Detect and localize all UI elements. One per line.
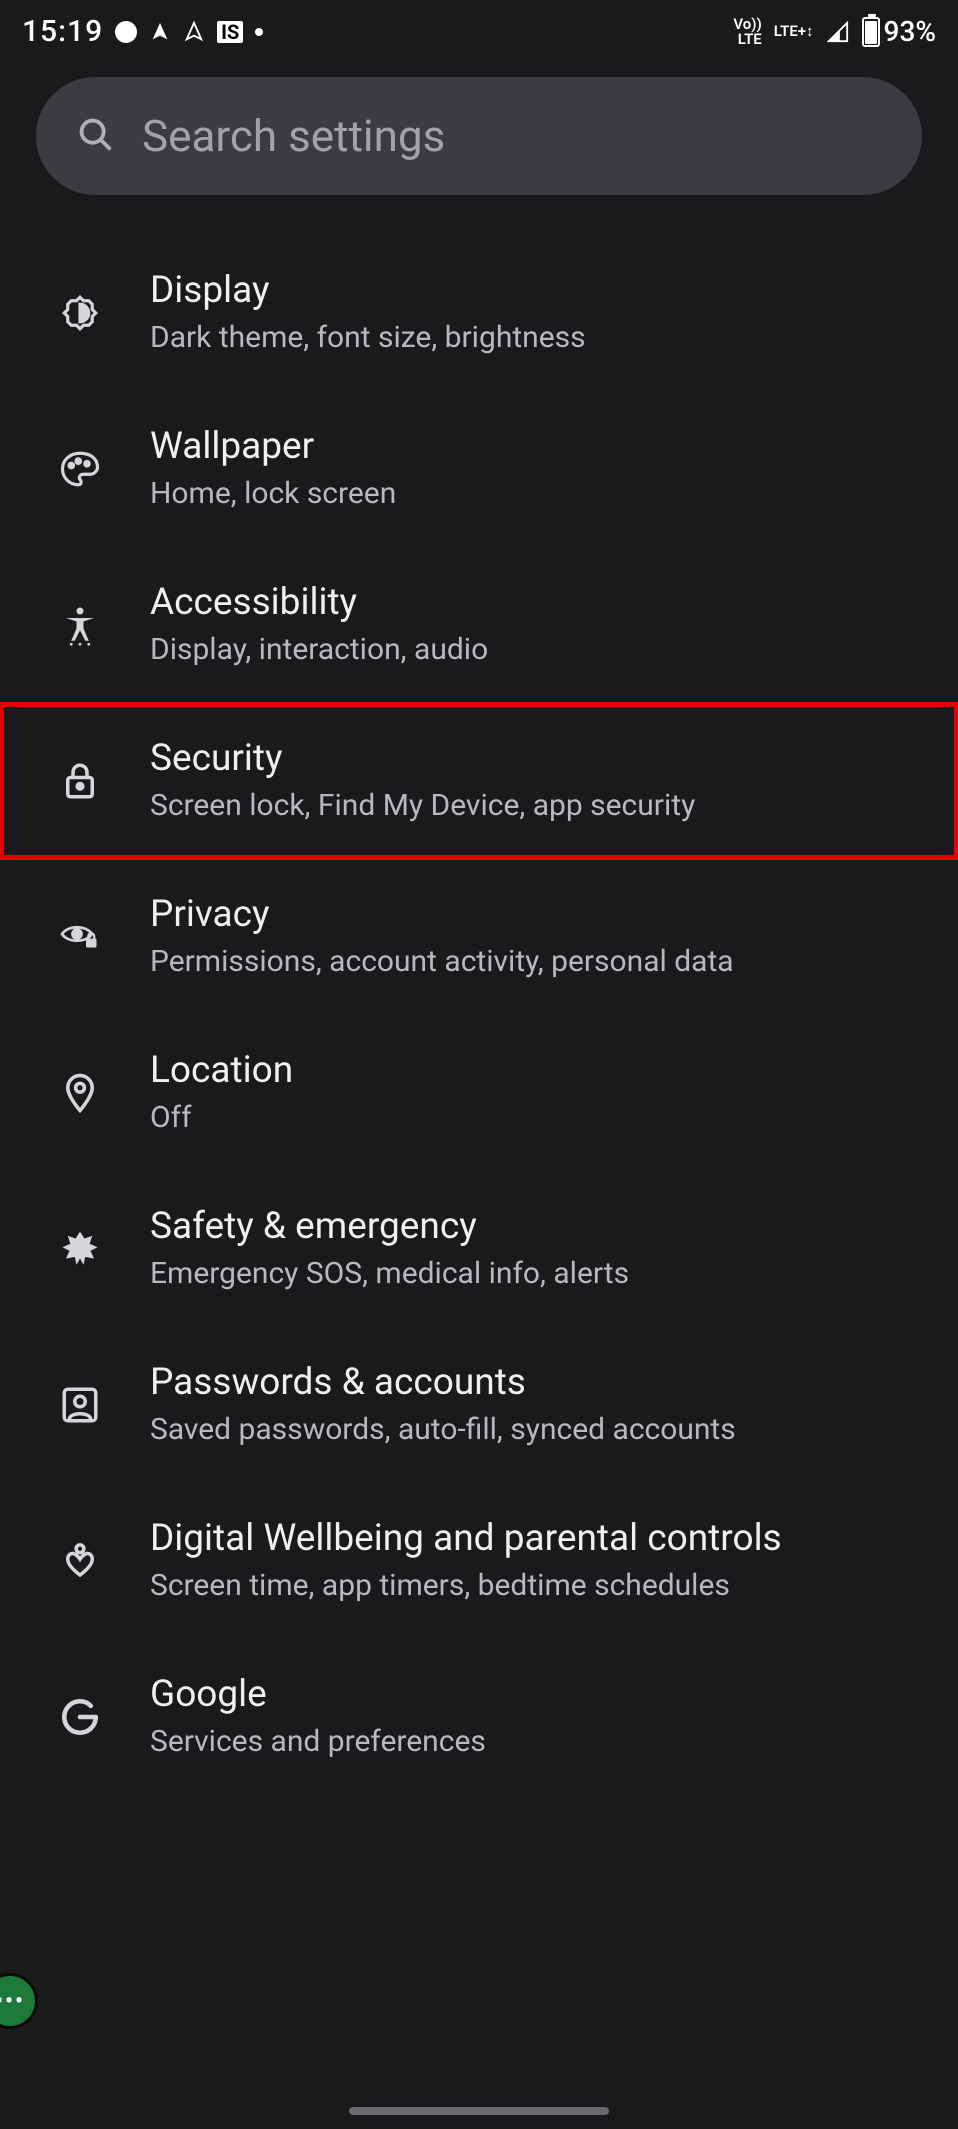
battery-percent: 93%: [884, 15, 936, 48]
row-title: Google: [150, 1673, 938, 1716]
floating-chat-bubble[interactable]: •••: [0, 1973, 38, 2029]
send-icon: [149, 21, 171, 43]
row-subtitle: Emergency SOS, medical info, alerts: [150, 1254, 938, 1293]
account-box-icon: [54, 1379, 106, 1431]
signal-icon: [826, 21, 850, 43]
wellbeing-icon: [54, 1535, 106, 1587]
settings-row-display[interactable]: Display Dark theme, font size, brightnes…: [0, 235, 958, 391]
row-title: Passwords & accounts: [150, 1361, 938, 1404]
status-clock: 15:19: [22, 14, 103, 49]
status-bar: 15:19 IS Vo)) LTE LTE+↕ 93%: [0, 0, 958, 59]
battery-indicator: 93%: [862, 15, 936, 48]
status-more-dot-icon: [255, 28, 263, 36]
row-title: Accessibility: [150, 581, 938, 624]
nav-handle[interactable]: [349, 2107, 609, 2115]
settings-row-privacy[interactable]: Privacy Permissions, account activity, p…: [0, 859, 958, 1015]
google-g-icon: [54, 1691, 106, 1743]
send-outline-icon: [183, 21, 205, 43]
battery-icon: [862, 17, 880, 47]
privacy-eye-icon: [54, 911, 106, 963]
row-subtitle: Home, lock screen: [150, 474, 938, 513]
search-icon: [76, 115, 114, 157]
row-subtitle: Services and preferences: [150, 1722, 938, 1761]
volte-label: Vo)) LTE: [733, 17, 761, 47]
row-subtitle: Saved passwords, auto-fill, synced accou…: [150, 1410, 938, 1449]
row-title: Safety & emergency: [150, 1205, 938, 1248]
palette-icon: [54, 443, 106, 495]
lte-plus-label: LTE+↕: [774, 24, 814, 39]
search-settings-input[interactable]: Search settings: [36, 77, 922, 195]
is-badge: IS: [217, 21, 243, 43]
row-subtitle: Screen lock, Find My Device, app securit…: [150, 786, 938, 825]
settings-row-wallpaper[interactable]: Wallpaper Home, lock screen: [0, 391, 958, 547]
settings-row-wellbeing[interactable]: Digital Wellbeing and parental controls …: [0, 1483, 958, 1639]
lock-icon: [54, 755, 106, 807]
row-title: Wallpaper: [150, 425, 938, 468]
row-subtitle: Off: [150, 1098, 938, 1137]
row-subtitle: Display, interaction, audio: [150, 630, 938, 669]
row-subtitle: Permissions, account activity, personal …: [150, 942, 938, 981]
row-subtitle: Screen time, app timers, bedtime schedul…: [150, 1566, 938, 1605]
settings-row-accessibility[interactable]: Accessibility Display, interaction, audi…: [0, 547, 958, 703]
row-subtitle: Dark theme, font size, brightness: [150, 318, 938, 357]
settings-row-security[interactable]: Security Screen lock, Find My Device, ap…: [0, 703, 958, 859]
row-title: Security: [150, 737, 938, 780]
settings-row-location[interactable]: Location Off: [0, 1015, 958, 1171]
row-title: Digital Wellbeing and parental controls: [150, 1517, 938, 1560]
medical-star-icon: [54, 1223, 106, 1275]
brightness-icon: [54, 287, 106, 339]
status-dot-icon: [115, 21, 137, 43]
accessibility-icon: [54, 599, 106, 651]
settings-row-passwords[interactable]: Passwords & accounts Saved passwords, au…: [0, 1327, 958, 1483]
settings-row-google[interactable]: Google Services and preferences: [0, 1639, 958, 1795]
row-title: Location: [150, 1049, 938, 1092]
settings-row-safety[interactable]: Safety & emergency Emergency SOS, medica…: [0, 1171, 958, 1327]
settings-list: Display Dark theme, font size, brightnes…: [0, 225, 958, 1795]
ellipsis-icon: •••: [0, 1989, 25, 2014]
search-placeholder: Search settings: [142, 110, 445, 162]
location-pin-icon: [54, 1067, 106, 1119]
row-title: Privacy: [150, 893, 938, 936]
row-title: Display: [150, 269, 938, 312]
